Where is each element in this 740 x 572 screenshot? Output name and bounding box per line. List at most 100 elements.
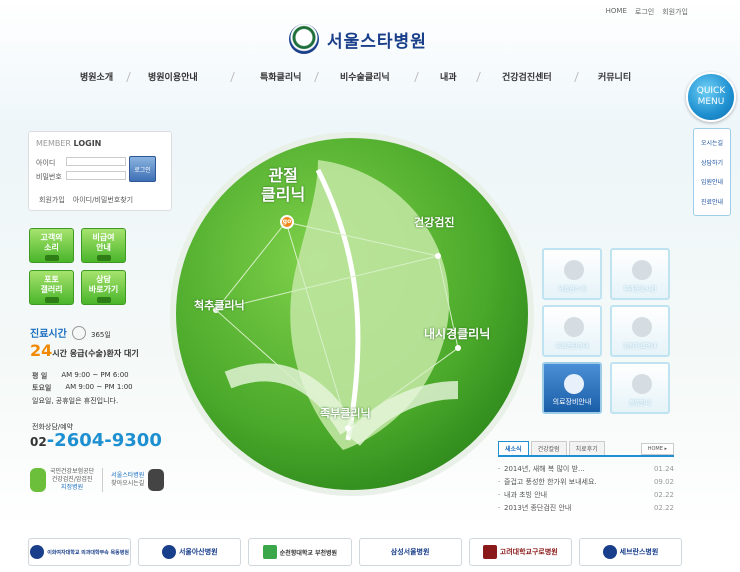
- hours-sub: 시간 응급(수술)환자 대기: [52, 349, 139, 358]
- banner-text: 지정병원: [61, 484, 84, 491]
- btn-line: 바로가기: [88, 285, 119, 294]
- partner-asan[interactable]: 서울아산병원: [138, 538, 242, 566]
- consult-shortcut-button[interactable]: 상담 바로가기: [81, 270, 126, 305]
- id-label: 아이디: [36, 159, 56, 167]
- spine-clinic-link[interactable]: 척추클리닉: [194, 297, 245, 313]
- endoscopy-clinic-link[interactable]: 내시경클리닉: [424, 325, 490, 342]
- weekday-hours: 평 일 AM 9:00 ~ PM 6:00: [32, 371, 129, 381]
- customer-voice-button[interactable]: 고객의 소리: [29, 228, 74, 263]
- tile-outpatient-hours[interactable]: 외래진료시간: [610, 248, 670, 300]
- partner-soonchunhyang[interactable]: 순천향대학교 부천병원: [248, 538, 352, 566]
- hours-big-number: 24: [30, 341, 53, 360]
- clinic-label: 클리닉: [261, 185, 306, 204]
- more-button[interactable]: HOME ▸: [640, 443, 674, 455]
- clinic-circle-graphic: [170, 132, 534, 496]
- go-button[interactable]: go: [280, 215, 294, 229]
- nav-checkup[interactable]: 건강검진센터: [502, 70, 552, 83]
- id-input[interactable]: [66, 157, 126, 166]
- phone-number: 02-2604-9300: [30, 430, 162, 451]
- hospital-emblem-icon: [289, 24, 319, 54]
- quick-treatment[interactable]: 진료안내: [701, 197, 723, 206]
- password-input[interactable]: [66, 171, 126, 180]
- partner-name: 순천향대학교 부천병원: [279, 549, 338, 557]
- nav-internal[interactable]: 내과: [440, 70, 457, 83]
- car-icon: [148, 469, 165, 491]
- arrow-icon: [96, 297, 111, 303]
- site-logo[interactable]: 서울스타병원: [289, 24, 427, 54]
- nav-nonsurgery[interactable]: 비수술클리닉: [340, 70, 390, 83]
- saturday-time: AM 9:00 ~ PM 1:00: [65, 383, 133, 391]
- login-title: MEMBER LOGIN: [36, 139, 101, 148]
- quick-menu-label: QUICK: [696, 86, 726, 96]
- mascot-icon: [30, 468, 46, 492]
- partner-korea-guro[interactable]: 고려대학교구로병원: [468, 538, 572, 566]
- quick-menu-label: MENU: [697, 97, 725, 107]
- home-link[interactable]: HOME: [606, 7, 627, 17]
- find-account-link[interactable]: 아이디/비밀번호찾기: [73, 195, 133, 205]
- list-item[interactable]: 2014년, 새해 복 많이 받... 01.24: [498, 463, 674, 476]
- tab-health-column[interactable]: 건강칼럼: [530, 441, 567, 455]
- partner-ewha[interactable]: 이화여자대학교 의과대학부속 목동병원: [28, 538, 132, 566]
- patient-icon: [632, 317, 652, 337]
- btn-line: 안내: [96, 243, 111, 252]
- arrow-icon: [96, 255, 111, 261]
- partner-samsung[interactable]: 삼성서울병원: [358, 538, 462, 566]
- list-item[interactable]: 내과 초빙 안내 02.22: [498, 489, 674, 502]
- non-covered-button[interactable]: 비급여 안내: [81, 228, 126, 263]
- joint-clinic-link[interactable]: 관절 클리닉: [261, 166, 305, 204]
- btn-line: 상담: [96, 275, 111, 284]
- quick-consult[interactable]: 상담하기: [701, 158, 723, 167]
- login-link[interactable]: 로그인: [635, 7, 654, 17]
- hand-icon: [632, 260, 652, 280]
- login-links: 회원가입 아이디/비밀번호찾기: [39, 195, 133, 205]
- tile-equipment[interactable]: 의료장비안내: [542, 362, 602, 414]
- btn-line: 소리: [44, 243, 59, 252]
- btn-line: 비급여: [92, 233, 115, 242]
- nav-divider: [574, 72, 579, 82]
- tile-label: 의료장비안내: [552, 398, 592, 406]
- tile-diagnosis[interactable]: 의료진단안내: [542, 305, 602, 357]
- partner-name: 서울아산병원: [178, 548, 218, 556]
- login-button[interactable]: 로그인: [129, 156, 156, 182]
- partner-hospitals: 이화여자대학교 의과대학부속 목동병원 서울아산병원 순천향대학교 부천병원 삼…: [28, 538, 683, 566]
- photo-gallery-button[interactable]: 포토 갤러리: [29, 270, 74, 305]
- news-date: 02.22: [653, 491, 674, 499]
- hospital-logo-icon: [30, 545, 45, 559]
- tile-certificate[interactable]: 증명안내: [610, 362, 670, 414]
- building-icon: [632, 374, 652, 394]
- checkup-banner[interactable]: 국민건강보험공단 건강검진/암검진 지정병원: [30, 468, 94, 492]
- quick-admission[interactable]: 입원안내: [701, 177, 723, 186]
- news-title: 2013년 종단검진 안내: [504, 504, 572, 512]
- list-item[interactable]: 2013년 종단검진 안내 02.22: [498, 502, 674, 515]
- weekday-label: 평 일: [32, 372, 48, 380]
- directions-banner[interactable]: 서울스타병원 찾아오시는길: [111, 468, 165, 492]
- btn-line: 포토: [44, 275, 59, 284]
- tile-admission[interactable]: 입원진료안내: [610, 305, 670, 357]
- tab-news[interactable]: 새소식: [498, 441, 529, 455]
- nav-guide[interactable]: 병원이용안내: [148, 70, 198, 83]
- nav-community[interactable]: 커뮤니티: [598, 70, 631, 83]
- arrow-icon: [44, 297, 59, 303]
- news-date: 01.24: [653, 465, 674, 473]
- clinic-label: 관절: [268, 166, 298, 185]
- foot-clinic-link[interactable]: 족부클리닉: [320, 405, 371, 421]
- member-login-box: MEMBER LOGIN 아이디 비밀번호 로그인 회원가입 아이디/비밀번호찾…: [28, 131, 172, 211]
- clock-icon: [71, 325, 86, 340]
- saturday-label: 토요일: [32, 384, 52, 392]
- quick-directions[interactable]: 오시는길: [701, 138, 723, 147]
- nav-about[interactable]: 병원소개: [80, 70, 113, 83]
- partner-name: 고려대학교구로병원: [499, 548, 558, 556]
- partner-severance[interactable]: 세브란스병원: [578, 538, 683, 566]
- join-link-small[interactable]: 회원가입: [39, 195, 65, 205]
- tab-reviews[interactable]: 치료후기: [568, 441, 605, 455]
- btn-line: 갤러리: [40, 285, 63, 294]
- tile-staff[interactable]: 의료진소개: [542, 248, 602, 300]
- quick-menu-button[interactable]: QUICK MENU: [686, 72, 736, 122]
- join-link[interactable]: 회원가입: [662, 7, 688, 17]
- nav-divider: [414, 72, 419, 82]
- nav-special-clinic[interactable]: 특화클리닉: [260, 70, 301, 83]
- list-item[interactable]: 즐겁고 풍성한 한가위 보내세요. 09.02: [498, 476, 674, 489]
- partner-name: 이화여자대학교 의과대학부속 목동병원: [47, 549, 129, 556]
- login-title-a: MEMBER: [36, 139, 71, 148]
- health-checkup-link[interactable]: 건강검진: [414, 214, 454, 230]
